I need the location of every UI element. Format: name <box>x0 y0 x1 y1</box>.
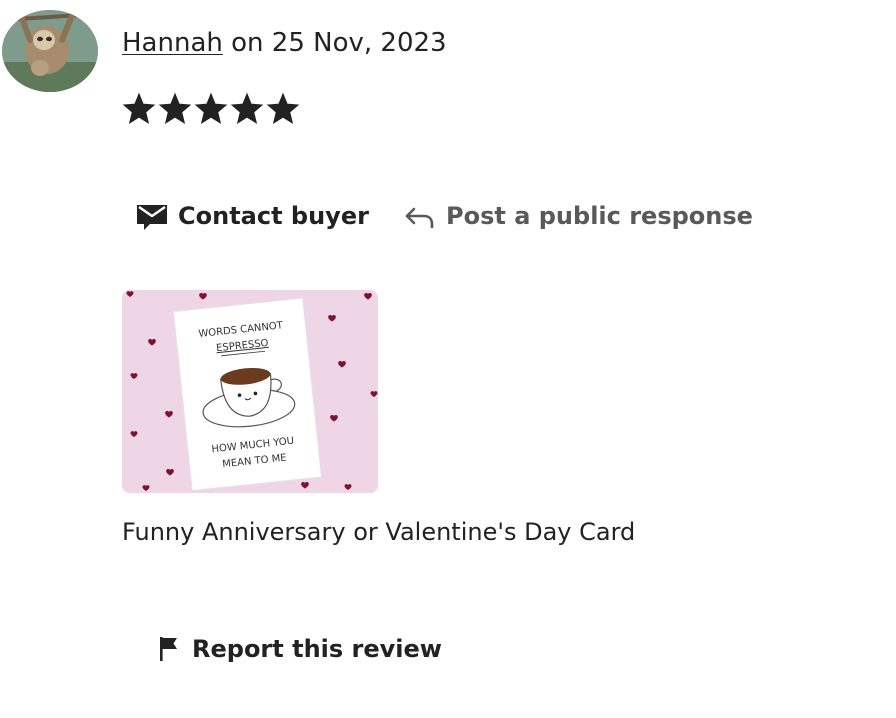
contact-buyer-button[interactable]: Contact buyer <box>136 196 369 236</box>
reviewer-name-link[interactable]: Hannah <box>122 28 223 58</box>
product-title-link[interactable]: Funny Anniversary or Valentine's Day Car… <box>122 516 635 548</box>
post-public-response-button[interactable]: Post a public response <box>404 196 753 236</box>
reviewer-avatar[interactable] <box>2 10 98 92</box>
sloth-avatar-image <box>2 10 98 92</box>
report-review-button[interactable]: Report this review <box>158 630 442 668</box>
post-public-response-label: Post a public response <box>446 202 753 230</box>
star-rating <box>122 92 300 126</box>
greeting-card: WORDS CANNOT ESPRESSO HOW MUCH YOU MEAN … <box>172 297 323 492</box>
star-icon <box>158 92 192 126</box>
product-thumbnail[interactable]: WORDS CANNOT ESPRESSO HOW MUCH YOU MEAN … <box>122 290 378 493</box>
product-card-image: WORDS CANNOT ESPRESSO HOW MUCH YOU MEAN … <box>122 290 378 493</box>
envelope-icon <box>136 201 168 231</box>
star-icon <box>266 92 300 126</box>
contact-buyer-label: Contact buyer <box>178 202 369 230</box>
reply-arrow-icon <box>404 203 434 229</box>
star-icon <box>122 92 156 126</box>
review-byline: Hannah on 25 Nov, 2023 <box>122 26 447 60</box>
review-date: on 25 Nov, 2023 <box>231 28 447 58</box>
star-icon <box>230 92 264 126</box>
star-icon <box>194 92 228 126</box>
report-review-label: Report this review <box>192 635 442 663</box>
flag-icon <box>158 636 180 662</box>
